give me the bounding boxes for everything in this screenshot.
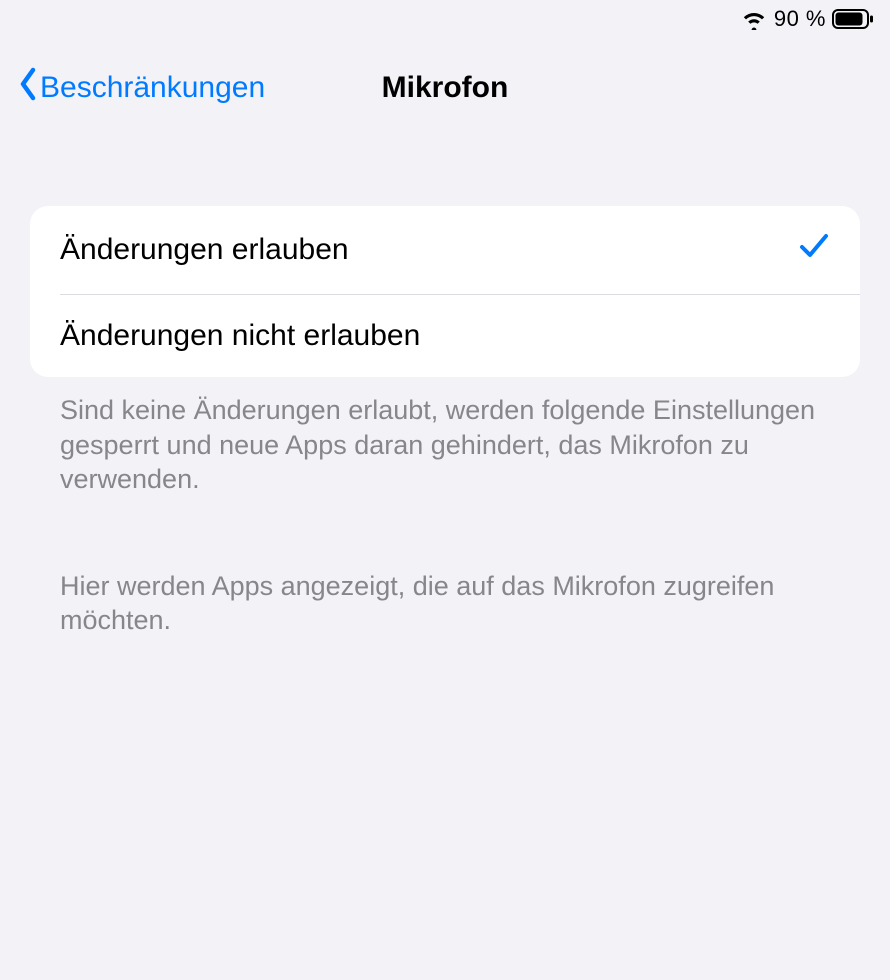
- option-disallow-changes[interactable]: Änderungen nicht erlauben: [30, 295, 860, 377]
- option-allow-changes[interactable]: Änderungen erlauben: [30, 206, 860, 294]
- option-label: Änderungen erlauben: [60, 233, 349, 267]
- content-area: Änderungen erlauben Änderungen nicht erl…: [0, 206, 890, 638]
- status-bar: 90 %: [740, 6, 874, 32]
- group-footer-2: Hier werden Apps angezeigt, die auf das …: [30, 553, 860, 638]
- back-button[interactable]: Beschränkungen: [0, 67, 265, 109]
- options-group: Änderungen erlauben Änderungen nicht erl…: [30, 206, 860, 377]
- battery-percent: 90 %: [774, 6, 826, 32]
- chevron-left-icon: [18, 67, 38, 109]
- nav-bar: Beschränkungen Mikrofon: [0, 60, 890, 116]
- back-label: Beschränkungen: [40, 71, 265, 105]
- checkmark-icon: [798, 230, 830, 270]
- group-footer-1: Sind keine Änderungen erlaubt, werden fo…: [30, 377, 860, 497]
- battery-icon: [832, 8, 874, 30]
- wifi-icon: [740, 8, 768, 30]
- option-label: Änderungen nicht erlauben: [60, 319, 420, 353]
